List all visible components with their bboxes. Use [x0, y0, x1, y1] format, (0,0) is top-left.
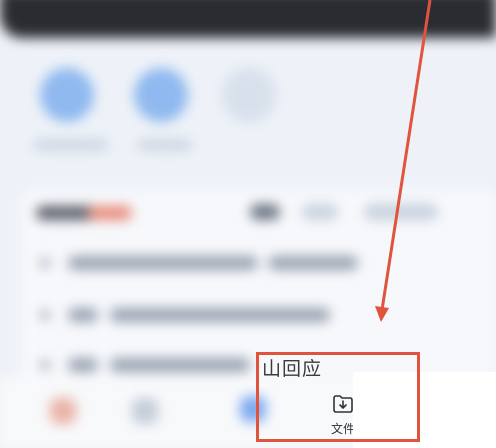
annotation-arrow — [375, 0, 432, 322]
